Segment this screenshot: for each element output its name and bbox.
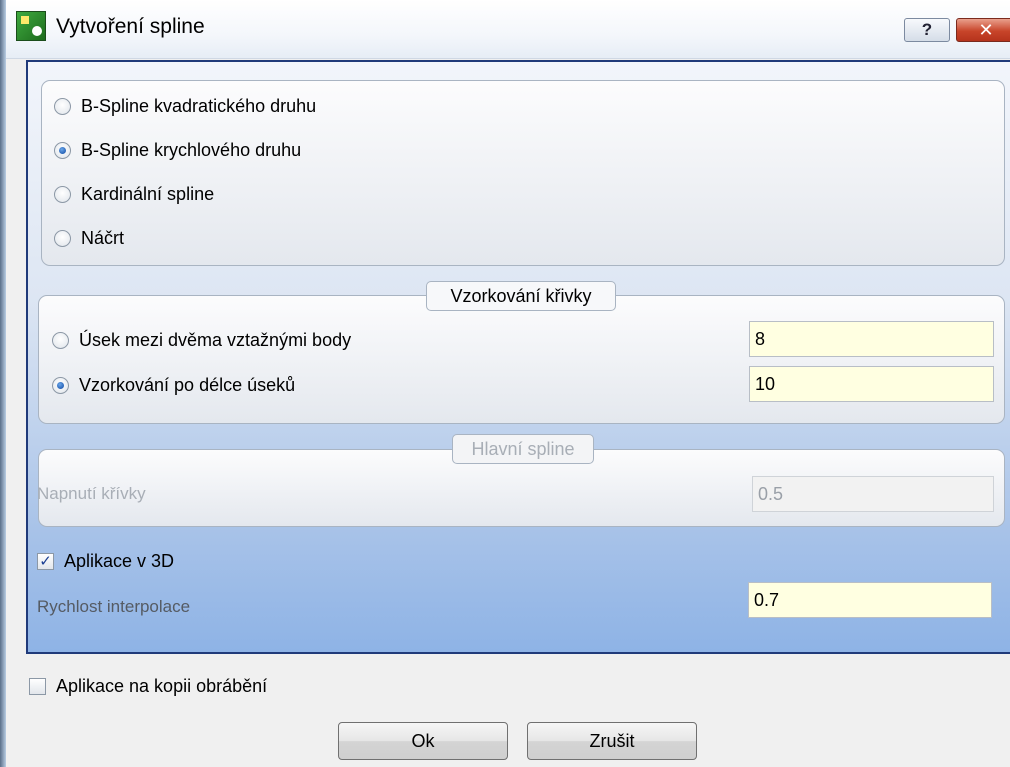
radio-option-length[interactable]: Vzorkování po délce úseků bbox=[52, 375, 295, 396]
tension-field: 0.5 bbox=[752, 476, 994, 512]
radio-option-segment[interactable]: Úsek mezi dvěma vztažnými body bbox=[52, 330, 351, 351]
window-title: Vytvoření spline bbox=[56, 15, 205, 38]
interpolation-speed-label: Rychlost interpolace bbox=[37, 597, 191, 616]
radio-option-sketch[interactable]: Náčrt bbox=[54, 228, 124, 249]
interpolation-speed-field[interactable]: 0.7 bbox=[748, 582, 992, 618]
radio-label: B-Spline krychlového druhu bbox=[81, 140, 302, 160]
window-frame bbox=[0, 0, 6, 767]
apply-copy-checkbox[interactable] bbox=[29, 678, 46, 695]
radio-label: Kardinální spline bbox=[81, 184, 215, 204]
title-bar[interactable]: Vytvoření spline ? ✕ bbox=[6, 0, 1010, 59]
radio-option-cubic[interactable]: B-Spline krychlového druhu bbox=[54, 140, 301, 161]
radio-button[interactable] bbox=[54, 230, 71, 247]
close-button[interactable]: ✕ bbox=[956, 18, 1010, 42]
radio-button-selected[interactable] bbox=[54, 142, 71, 159]
radio-button[interactable] bbox=[54, 186, 71, 203]
cancel-button[interactable]: Zrušit bbox=[527, 722, 697, 760]
radio-label: Náčrt bbox=[81, 228, 125, 248]
help-button[interactable]: ? bbox=[904, 18, 950, 42]
apply-3d-option[interactable]: ✓ Aplikace v 3D bbox=[37, 551, 174, 572]
segment-value-field[interactable]: 8 bbox=[749, 321, 994, 357]
apply-copy-label: Aplikace na kopii obrábění bbox=[56, 676, 268, 696]
radio-button-selected[interactable] bbox=[52, 377, 69, 394]
spline-dialog: Vytvoření spline ? ✕ B-Spline kvadratick… bbox=[0, 0, 1010, 767]
radio-option-cardinal[interactable]: Kardinální spline bbox=[54, 184, 214, 205]
apply-3d-checkbox[interactable]: ✓ bbox=[37, 553, 54, 570]
tension-label: Napnutí křívky bbox=[37, 484, 146, 503]
radio-button[interactable] bbox=[52, 332, 69, 349]
sampling-group-legend: Vzorkování křivky bbox=[426, 281, 616, 311]
radio-button[interactable] bbox=[54, 98, 71, 115]
apply-copy-option[interactable]: Aplikace na kopii obrábění bbox=[29, 676, 267, 697]
radio-label: B-Spline kvadratického druhu bbox=[81, 96, 317, 116]
sampling-group bbox=[38, 295, 1005, 424]
radio-option-quadratic[interactable]: B-Spline kvadratického druhu bbox=[54, 96, 316, 117]
apply-3d-label: Aplikace v 3D bbox=[64, 551, 175, 571]
length-value-field[interactable]: 10 bbox=[749, 366, 994, 402]
radio-label: Vzorkování po délce úseků bbox=[79, 375, 296, 395]
ok-button[interactable]: Ok bbox=[338, 722, 508, 760]
radio-label: Úsek mezi dvěma vztažnými body bbox=[79, 330, 352, 350]
app-icon bbox=[16, 11, 46, 41]
main-spline-legend: Hlavní spline bbox=[452, 434, 594, 464]
